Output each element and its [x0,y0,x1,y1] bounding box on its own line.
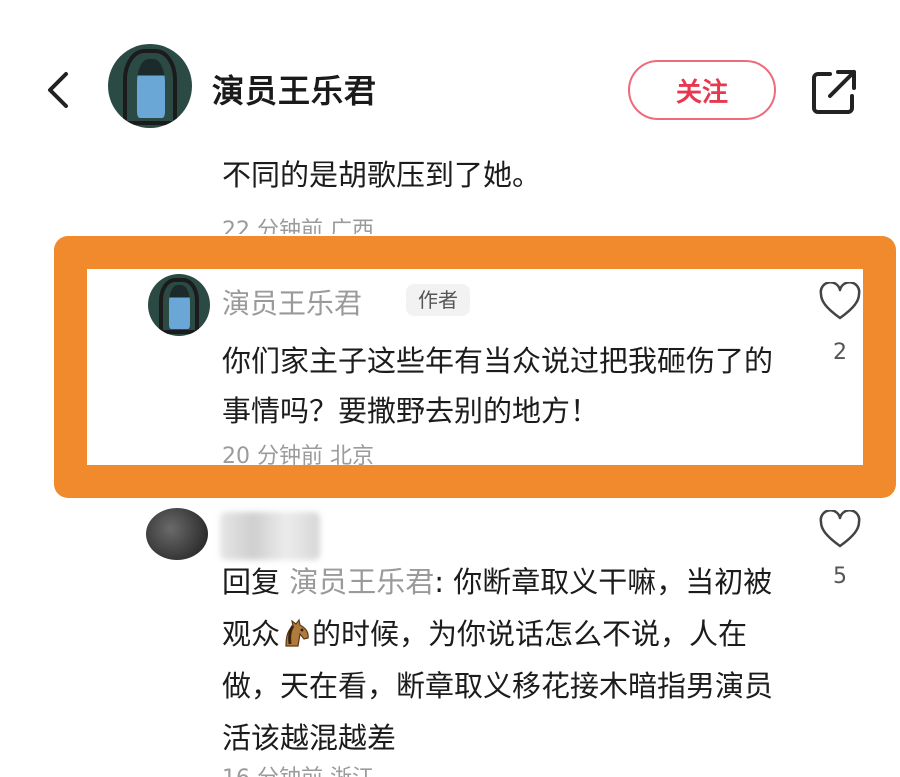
author-avatar[interactable] [108,44,192,128]
reply-author-name-blurred [220,512,320,560]
reply-author-avatar[interactable] [146,508,208,560]
reply-target-user[interactable]: 演员王乐君 [289,565,434,599]
comment-author-name[interactable]: 演员王乐君 [222,282,362,322]
heart-icon[interactable] [818,282,862,322]
like-count: 2 [833,340,847,365]
comment-text: 你们家主子这些年有当众说过把我砸伤了的事情吗？要撒野去别的地方！ [222,344,774,428]
page-title[interactable]: 演员王乐君 [212,66,377,112]
previous-comment-text: 不同的是胡歌压到了她。 [222,158,542,192]
back-arrow-icon[interactable] [40,70,80,110]
horse-emoji-icon [285,618,309,647]
author-badge: 作者 [406,284,470,316]
like-count: 5 [833,564,847,589]
comment-meta: 20 分钟前 北京 [222,444,374,469]
comment-author-avatar[interactable] [148,274,210,336]
previous-comment-meta: 22 分钟前 广西 [222,218,374,234]
reply-prefix: 回复 [222,565,290,599]
reply-comment-meta: 16 分钟前 浙江 [222,760,374,777]
reply-comment-text: 回复 演员王乐君: 你断章取义干嘛，当初被观众 的时候，为你说话怎么不说，人在做… [222,556,782,764]
share-icon[interactable] [808,66,860,118]
follow-button[interactable]: 关注 [628,60,776,120]
heart-icon[interactable] [818,510,862,550]
